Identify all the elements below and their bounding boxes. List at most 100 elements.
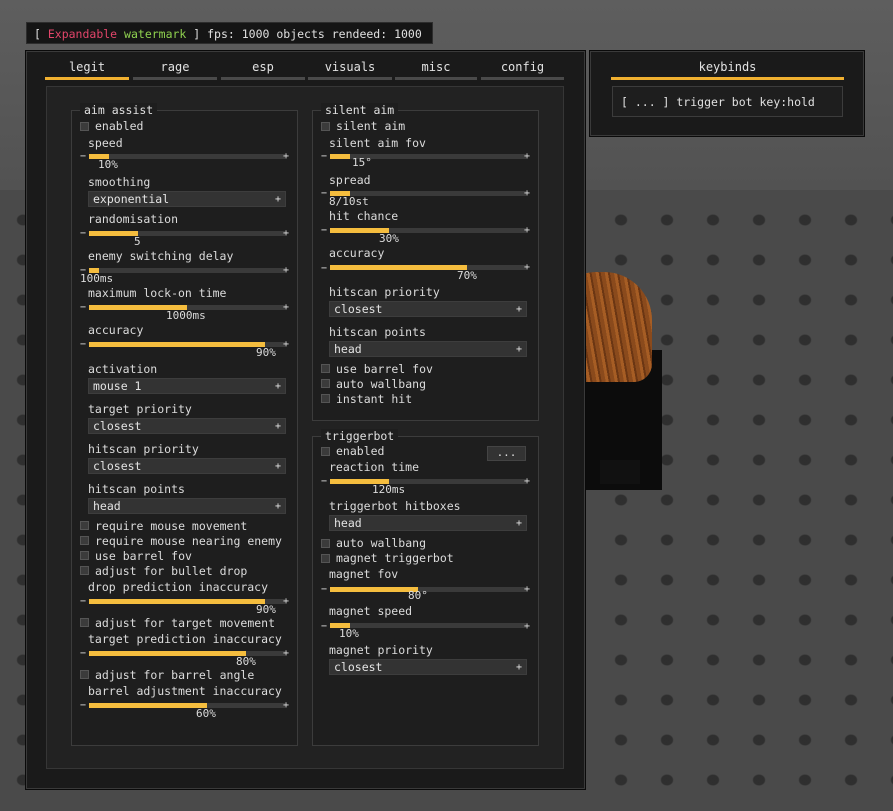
spread-value: 8/10st: [329, 195, 369, 208]
require-mouse-movement-checkbox[interactable]: [80, 521, 89, 530]
silent-barrel-fov-checkbox[interactable]: [321, 364, 330, 373]
reaction-time-plus-button[interactable]: +: [524, 477, 530, 487]
randomisation-plus-button[interactable]: +: [283, 229, 289, 239]
aim-enabled-label: enabled: [95, 119, 144, 133]
dropdown-plus-icon: +: [515, 304, 522, 315]
magnet-fov-minus-button[interactable]: −: [321, 585, 327, 595]
hit-chance-plus-button[interactable]: +: [524, 226, 530, 236]
lockon-time-plus-button[interactable]: +: [283, 303, 289, 313]
target-prediction-plus-button[interactable]: +: [283, 649, 289, 659]
require-mouse-nearing-label: require mouse nearing enemy: [95, 534, 282, 548]
tab-config[interactable]: config: [481, 60, 564, 80]
aim-hitscan-priority-dropdown[interactable]: closest +: [88, 458, 286, 474]
randomisation-slider-fill: [89, 231, 138, 236]
hit-chance-slider[interactable]: [330, 228, 526, 233]
target-movement-checkbox[interactable]: [80, 618, 89, 627]
hit-chance-value: 30%: [379, 232, 399, 245]
barrel-adjustment-plus-button[interactable]: +: [283, 701, 289, 711]
silent-fov-slider-fill: [330, 154, 350, 159]
triggerbot-enabled-label: enabled: [336, 444, 385, 458]
target-priority-value: closest: [93, 419, 142, 433]
magnet-triggerbot-checkbox[interactable]: [321, 554, 330, 563]
barrel-adjustment-slider[interactable]: [89, 703, 285, 708]
switching-delay-slider[interactable]: [89, 268, 285, 273]
silent-accuracy-value: 70%: [457, 269, 477, 282]
instant-hit-checkbox[interactable]: [321, 394, 330, 403]
aim-accuracy-plus-button[interactable]: +: [283, 340, 289, 350]
tab-rage[interactable]: rage: [133, 60, 217, 80]
silent-aim-checkbox[interactable]: [321, 122, 330, 131]
barrel-angle-checkbox[interactable]: [80, 670, 89, 679]
bullet-drop-checkbox[interactable]: [80, 566, 89, 575]
spread-plus-button[interactable]: +: [524, 189, 530, 199]
watermark-green-text: watermark: [124, 27, 187, 41]
magnet-priority-value: closest: [334, 660, 383, 674]
target-priority-dropdown[interactable]: closest +: [88, 418, 286, 434]
silent-accuracy-plus-button[interactable]: +: [524, 263, 530, 273]
aim-barrel-fov-checkbox[interactable]: [80, 551, 89, 560]
lockon-time-minus-button[interactable]: −: [80, 303, 86, 313]
speed-minus-button[interactable]: −: [80, 152, 86, 162]
activation-dropdown[interactable]: mouse 1 +: [88, 378, 286, 394]
barrel-adjustment-minus-button[interactable]: −: [80, 701, 86, 711]
magnet-speed-slider[interactable]: [330, 623, 526, 628]
magnet-fov-plus-button[interactable]: +: [524, 585, 530, 595]
smoothing-value: exponential: [93, 192, 170, 206]
speed-plus-button[interactable]: +: [283, 152, 289, 162]
randomisation-value: 5: [134, 235, 141, 248]
drop-prediction-slider-fill: [89, 599, 266, 604]
triggerbot-hitboxes-label: triggerbot hitboxes: [329, 499, 461, 513]
aim-enabled-checkbox[interactable]: [80, 122, 89, 131]
switching-delay-plus-button[interactable]: +: [283, 266, 289, 276]
randomisation-minus-button[interactable]: −: [80, 229, 86, 239]
watermark-red-text: Expandable: [47, 27, 118, 41]
aim-hitscan-priority-label: hitscan priority: [88, 442, 199, 456]
drop-prediction-plus-button[interactable]: +: [283, 597, 289, 607]
tab-legit[interactable]: legit: [45, 60, 129, 80]
silent-hitscan-priority-dropdown[interactable]: closest +: [329, 301, 527, 317]
target-prediction-slider-fill: [89, 651, 246, 656]
target-prediction-minus-button[interactable]: −: [80, 649, 86, 659]
dropdown-plus-icon: +: [274, 381, 281, 392]
reaction-time-slider[interactable]: [330, 479, 526, 484]
smoothing-dropdown[interactable]: exponential +: [88, 191, 286, 207]
target-priority-label: target priority: [88, 402, 192, 416]
spread-minus-button[interactable]: −: [321, 189, 327, 199]
magnet-fov-slider[interactable]: [330, 587, 526, 592]
silent-wallbang-checkbox[interactable]: [321, 379, 330, 388]
silent-accuracy-minus-button[interactable]: −: [321, 264, 327, 274]
drop-prediction-label: drop prediction inaccuracy: [88, 580, 269, 594]
tab-misc[interactable]: misc: [395, 60, 477, 80]
triggerbot-keybind-button[interactable]: ...: [487, 446, 526, 461]
aim-hitscan-points-dropdown[interactable]: head +: [88, 498, 286, 514]
silent-fov-minus-button[interactable]: −: [321, 152, 327, 162]
aim-barrel-fov-label: use barrel fov: [95, 549, 192, 563]
aim-assist-title: aim assist: [80, 103, 158, 117]
speed-slider[interactable]: [89, 154, 285, 159]
triggerbot-hitboxes-dropdown[interactable]: head +: [329, 515, 527, 531]
magnet-priority-dropdown[interactable]: closest +: [329, 659, 527, 675]
triggerbot-enabled-checkbox[interactable]: [321, 447, 330, 456]
magnet-speed-minus-button[interactable]: −: [321, 622, 327, 632]
randomisation-slider[interactable]: [89, 231, 285, 236]
silent-hitscan-points-value: head: [334, 342, 362, 356]
keybinds-title: keybinds: [611, 60, 844, 80]
tab-visuals[interactable]: visuals: [308, 60, 392, 80]
magnet-fov-label: magnet fov: [329, 567, 399, 581]
silent-fov-plus-button[interactable]: +: [524, 152, 530, 162]
aim-accuracy-minus-button[interactable]: −: [80, 340, 86, 350]
reaction-time-minus-button[interactable]: −: [321, 477, 327, 487]
magnet-speed-plus-button[interactable]: +: [524, 622, 530, 632]
tab-esp[interactable]: esp: [221, 60, 305, 80]
trigger-wallbang-checkbox[interactable]: [321, 539, 330, 548]
silent-fov-label: silent aim fov: [329, 136, 426, 150]
switching-delay-value: 100ms: [80, 272, 114, 285]
hit-chance-minus-button[interactable]: −: [321, 226, 327, 236]
silent-accuracy-slider[interactable]: [330, 265, 526, 270]
silent-hitscan-points-dropdown[interactable]: head +: [329, 341, 527, 357]
keybind-entry[interactable]: [ ... ] trigger bot key:hold: [612, 86, 843, 117]
drop-prediction-minus-button[interactable]: −: [80, 597, 86, 607]
require-mouse-nearing-checkbox[interactable]: [80, 536, 89, 545]
watermark-stats: ] fps: 1000 objects rendeed: 1000: [186, 27, 422, 41]
dropdown-plus-icon: +: [274, 421, 281, 432]
